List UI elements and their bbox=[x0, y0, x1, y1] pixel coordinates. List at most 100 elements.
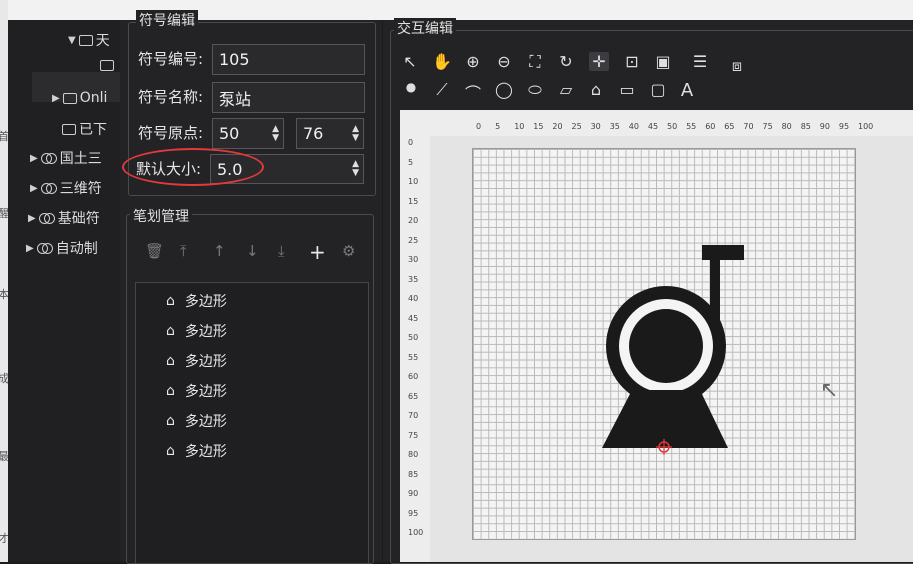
ruler-tick-label: 100 bbox=[408, 528, 424, 537]
select-arrow-icon[interactable]: ↖ bbox=[400, 52, 420, 71]
ruler-tick-label: 95 bbox=[408, 508, 419, 518]
collapse-icon[interactable]: ▶ bbox=[26, 243, 34, 254]
library-icon bbox=[36, 242, 53, 254]
tree-item[interactable]: ▶ 自动制 bbox=[26, 238, 98, 258]
fit-icon[interactable]: ⛶ bbox=[525, 52, 545, 72]
rectangle-icon[interactable]: ▭ bbox=[617, 80, 637, 99]
collapse-icon[interactable]: ▶ bbox=[28, 213, 36, 224]
list-item[interactable]: ⌂ 多边形 bbox=[166, 381, 227, 401]
crosshair-icon[interactable]: ✛ bbox=[589, 52, 609, 71]
ruler-tick-label: 0 bbox=[408, 138, 414, 147]
move-bottom-icon[interactable]: ⤓ bbox=[278, 242, 285, 260]
list-item[interactable]: ⌂ 多边形 bbox=[166, 441, 227, 461]
lines-icon[interactable]: ☰ bbox=[690, 52, 710, 71]
ruler-tick-label: 40 bbox=[628, 122, 639, 131]
tree-item[interactable]: ▶ 国土三 bbox=[30, 148, 102, 168]
rotate-icon[interactable]: ↻ bbox=[556, 52, 576, 71]
ruler-tick-label: 70 bbox=[408, 411, 419, 420]
id-label: 符号编号: bbox=[138, 50, 204, 68]
symbol-base bbox=[602, 390, 728, 448]
ruler-tick-label: 95 bbox=[838, 122, 850, 131]
ruler-tick-label: 65 bbox=[408, 391, 419, 401]
circle-icon[interactable]: ◯ bbox=[494, 80, 514, 99]
move-up-icon[interactable]: ↑ bbox=[213, 242, 226, 260]
ruler-tick-label: 90 bbox=[408, 489, 419, 498]
ruler-tick-label: 30 bbox=[590, 122, 601, 131]
center-icon[interactable]: ⊡ bbox=[622, 52, 642, 71]
ruler-tick-label: 25 bbox=[408, 235, 419, 245]
ruler-tick-label: 0 bbox=[476, 122, 482, 131]
origin-x-value: 50 bbox=[219, 124, 240, 143]
spin-arrows-icon[interactable]: ▲ ▼ bbox=[352, 155, 359, 183]
symbol-top-bar bbox=[702, 245, 744, 260]
ruler-tick-label: 30 bbox=[408, 255, 419, 264]
list-item[interactable]: ⌂ 多边形 bbox=[166, 411, 227, 431]
folder-icon bbox=[78, 34, 93, 46]
tree-item[interactable]: ▶ 三维符 bbox=[30, 178, 102, 198]
origin-x-spinbox[interactable]: 50 ▲ ▼ bbox=[212, 118, 284, 149]
ruler-tick-label: 60 bbox=[408, 372, 419, 381]
list-item-label: 多边形 bbox=[184, 354, 227, 370]
pentagon-icon[interactable]: ⌂ bbox=[586, 80, 606, 99]
left-edge-strip: 首 醒 本 成 最 才 bbox=[0, 0, 9, 562]
name-label: 符号名称: bbox=[138, 88, 204, 106]
collapse-icon[interactable]: ▶ bbox=[52, 93, 60, 104]
tree-item[interactable]: 已下 bbox=[62, 119, 107, 139]
rounded-rect-icon[interactable]: ▢ bbox=[648, 80, 668, 99]
move-down-icon[interactable]: ↓ bbox=[246, 242, 259, 260]
ruler-tick-label: 75 bbox=[762, 122, 773, 131]
tree-item[interactable]: ▼ 天 bbox=[68, 30, 110, 50]
spin-arrows-icon[interactable]: ▲ ▼ bbox=[272, 119, 279, 148]
delete-icon[interactable]: 🗑 bbox=[145, 242, 164, 260]
zoom-out-icon[interactable]: ⊖ bbox=[494, 52, 514, 71]
ruler-tick-label: 75 bbox=[408, 430, 419, 440]
move-top-icon[interactable]: ⤒ bbox=[180, 242, 187, 260]
ruler-tick-label: 50 bbox=[667, 122, 678, 131]
list-item-label: 多边形 bbox=[184, 444, 227, 460]
ruler-tick-label: 45 bbox=[408, 313, 419, 323]
settings-icon[interactable]: ⚙ bbox=[342, 242, 355, 260]
fill-icon[interactable]: ▣ bbox=[653, 52, 673, 71]
library-icon bbox=[38, 212, 55, 224]
list-item[interactable]: ⌂ 多边形 bbox=[166, 351, 227, 371]
name-field[interactable]: 泵站 bbox=[212, 82, 365, 113]
collapse-icon[interactable]: ▶ bbox=[30, 153, 38, 164]
tree-item[interactable] bbox=[100, 60, 117, 71]
list-item-label: 多边形 bbox=[184, 414, 227, 430]
horizontal-ruler: 0 5 10 15 20 25 30 35 40 45 50 55 60 65 70 75 80 85 90 95 10… bbox=[400, 110, 913, 136]
expand-icon[interactable]: ▼ bbox=[68, 35, 76, 46]
polygon-icon: ⌂ bbox=[166, 293, 175, 309]
point-icon[interactable]: ● bbox=[401, 80, 421, 94]
ruler-tick-label: 60 bbox=[705, 122, 716, 131]
folder-icon bbox=[62, 123, 76, 135]
collapse-icon[interactable]: ▶ bbox=[30, 183, 38, 194]
symbol-props-title: 符号编辑 bbox=[136, 10, 198, 30]
tree-item-label: 国土三 bbox=[59, 151, 102, 167]
tree-item[interactable]: ▶ Onli bbox=[52, 90, 107, 106]
ruler-tick-label: 15 bbox=[533, 122, 544, 131]
list-item[interactable]: ⌂ 多边形 bbox=[166, 291, 227, 311]
spin-arrows-icon[interactable]: ▲ ▼ bbox=[352, 119, 359, 148]
frame-icon[interactable]: ⧈ bbox=[727, 56, 747, 76]
arc-icon[interactable]: ⌒ bbox=[463, 80, 483, 104]
hand-icon[interactable]: ✋ bbox=[432, 52, 452, 71]
origin-y-spinbox[interactable]: 76 ▲ ▼ bbox=[296, 118, 364, 149]
zoom-in-icon[interactable]: ⊕ bbox=[463, 52, 483, 71]
tree-item[interactable]: ▶ 基础符 bbox=[28, 208, 100, 228]
ruler-tick-label: 10 bbox=[408, 177, 419, 186]
parallelogram-icon[interactable]: ▱ bbox=[556, 80, 576, 99]
ellipse-icon[interactable]: ⬭ bbox=[525, 80, 545, 100]
text-icon[interactable]: A bbox=[677, 80, 697, 101]
mouse-cursor-icon: ↖ bbox=[820, 378, 839, 403]
stroke-list: ⌂ 多边形 ⌂ 多边形 ⌂ 多边形 ⌂ 多边形 ⌂ 多边形 ⌂ 多边形 bbox=[135, 282, 369, 564]
add-icon[interactable]: + bbox=[309, 240, 326, 264]
list-item[interactable]: ⌂ 多边形 bbox=[166, 321, 227, 341]
polygon-icon: ⌂ bbox=[166, 353, 175, 369]
symbol-core bbox=[629, 309, 703, 383]
polyline-icon[interactable]: ⟋ bbox=[432, 80, 452, 100]
stroke-group-title: 笔划管理 bbox=[130, 206, 192, 226]
folder-icon bbox=[100, 60, 114, 71]
ruler-tick-label: 80 bbox=[408, 450, 419, 459]
editor-title: 交互编辑 bbox=[394, 18, 456, 38]
id-field[interactable]: 105 bbox=[212, 44, 365, 75]
